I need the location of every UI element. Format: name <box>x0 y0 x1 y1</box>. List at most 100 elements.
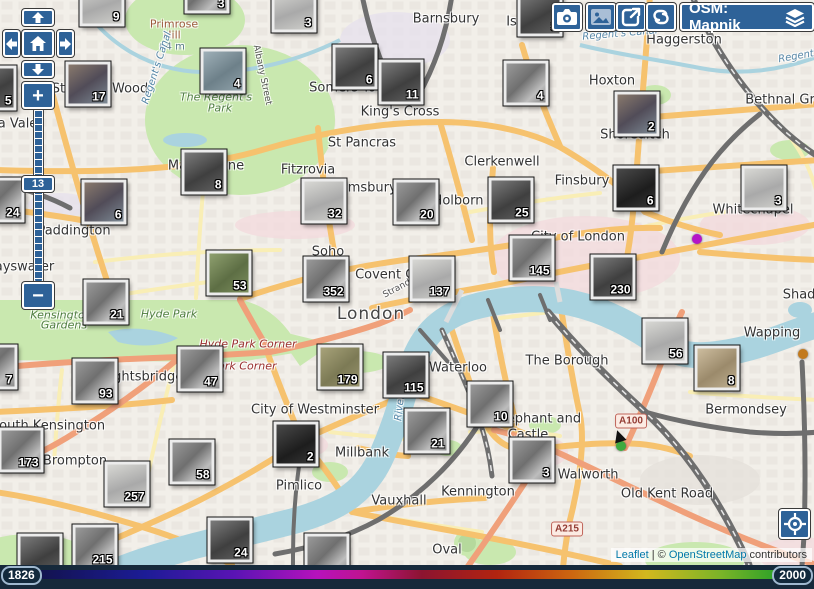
photo-cluster-marker[interactable]: 4 <box>201 49 246 94</box>
link-button[interactable] <box>646 3 676 31</box>
photo-cluster-marker[interactable]: 24 <box>0 178 25 223</box>
photo-cluster-marker[interactable]: 11 <box>379 60 424 105</box>
photo-cluster-marker[interactable]: 352 <box>304 257 349 302</box>
photo-count-badge: 7 <box>6 373 13 387</box>
photo-count-badge: 21 <box>431 437 444 451</box>
arrow-up-icon <box>31 12 45 23</box>
photo-cluster-marker[interactable]: 145 <box>510 236 555 281</box>
copyright-symbol: © <box>658 549 669 561</box>
locate-button[interactable] <box>779 509 810 539</box>
photo-cluster-marker[interactable]: 3 <box>510 438 555 483</box>
link-icon <box>651 7 671 27</box>
arrow-right-icon <box>60 37 71 51</box>
photo-cluster-marker[interactable]: 6 <box>82 180 127 225</box>
photo-cluster-marker[interactable]: 6 <box>614 166 659 211</box>
photo-count-badge: 10 <box>494 410 507 424</box>
timeline-track[interactable] <box>33 570 781 579</box>
photo-count-badge: 173 <box>18 456 38 470</box>
photo-cluster-marker[interactable]: 32 <box>302 179 347 224</box>
photo-cluster-marker[interactable]: 4 <box>504 61 549 106</box>
photo-count-badge: 3 <box>775 194 782 208</box>
image-icon <box>590 8 612 26</box>
photo-cluster-marker[interactable]: 137 <box>410 257 455 302</box>
photo-cluster-marker[interactable]: 8 <box>695 346 740 391</box>
poi-dot <box>692 234 702 244</box>
arrow-down-icon <box>31 64 45 75</box>
photo-cluster-marker[interactable]: 8 <box>182 150 227 195</box>
photo-count-badge: 3 <box>218 0 225 11</box>
photo-cluster-marker[interactable]: 21 <box>405 409 450 454</box>
photo-count-badge: 137 <box>429 285 449 299</box>
photo-cluster-marker[interactable]: 7 <box>0 345 18 390</box>
pan-up-button[interactable] <box>22 9 54 26</box>
photo-cluster-marker[interactable]: 56 <box>643 319 688 364</box>
export-icon <box>621 7 641 27</box>
photo-cluster-marker[interactable]: 179 <box>318 345 363 390</box>
photo-count-badge: 8 <box>728 374 735 388</box>
zoom-in-button[interactable]: + <box>22 82 54 109</box>
layer-switcher-button[interactable]: OSM: Mapnik <box>680 3 814 31</box>
crosshair-target-icon <box>784 513 806 535</box>
photo-cluster-marker[interactable]: 230 <box>591 255 636 300</box>
timeline-end-handle[interactable]: 2000 <box>772 566 813 585</box>
photo-cluster-marker[interactable]: 24 <box>208 518 253 563</box>
photo-count-badge: 58 <box>196 468 209 482</box>
layers-icon <box>785 8 805 27</box>
photo-count-badge: 8 <box>215 178 222 192</box>
photo-cluster-marker[interactable]: 17 <box>66 62 111 107</box>
photo-cluster-marker[interactable]: 173 <box>0 428 44 473</box>
pan-left-button[interactable] <box>3 30 20 57</box>
photo-cluster-marker[interactable]: 53 <box>207 251 252 296</box>
photo-cluster-marker[interactable]: 215 <box>73 525 118 570</box>
pan-right-button[interactable] <box>57 30 74 57</box>
osm-link[interactable]: OpenStreetMap <box>669 549 747 561</box>
photo-cluster-marker[interactable]: 2 <box>274 422 319 467</box>
home-button[interactable] <box>22 30 54 57</box>
photo-count-badge: 352 <box>323 285 343 299</box>
photo-count-badge: 21 <box>110 308 123 322</box>
photo-count-badge: 230 <box>610 283 630 297</box>
photo-cluster-marker[interactable]: 115 <box>384 353 429 398</box>
zoom-slider-handle[interactable]: 13 <box>22 176 54 192</box>
photo-cluster-marker[interactable]: 3 <box>185 0 230 14</box>
photo-cluster-marker[interactable]: 3 <box>272 0 317 33</box>
photo-count-badge: 11 <box>406 88 419 102</box>
photo-cluster-marker[interactable]: 2 <box>615 92 660 137</box>
timeline-start-handle[interactable]: 1826 <box>1 566 42 585</box>
export-button[interactable] <box>616 3 646 31</box>
photo-cluster-marker[interactable]: 21 <box>84 280 129 325</box>
arrow-left-icon <box>6 37 17 51</box>
photo-count-badge: 9 <box>113 10 120 24</box>
photo-cluster-marker[interactable]: 3 <box>742 166 787 211</box>
layer-switcher-label: OSM: Mapnik <box>689 0 778 34</box>
photo-cluster-marker[interactable]: 47 <box>178 347 223 392</box>
photo-count-badge: 145 <box>529 264 549 278</box>
photo-count-badge: 3 <box>305 16 312 30</box>
photo-cluster-marker[interactable]: 6 <box>333 45 378 90</box>
photo-cluster-marker[interactable]: 5 <box>0 66 17 111</box>
camera-button[interactable] <box>552 3 582 31</box>
road-ref-badge: A100 <box>615 414 647 429</box>
attribution-divider: | <box>649 549 658 561</box>
photo-cluster-marker[interactable]: 20 <box>394 180 439 225</box>
leaflet-link[interactable]: Leaflet <box>616 549 649 561</box>
attribution-suffix: contributors <box>746 549 807 561</box>
photo-count-badge: 53 <box>233 279 246 293</box>
photo-cluster-marker[interactable]: 25 <box>489 178 534 223</box>
photo-cluster-marker[interactable]: 58 <box>170 440 215 485</box>
photo-cluster-marker[interactable]: 10 <box>468 382 513 427</box>
pan-down-button[interactable] <box>22 61 54 78</box>
image-button[interactable] <box>586 3 616 31</box>
map[interactable]: Barnsbury Islington Haggerston Hoxton St… <box>0 0 814 589</box>
road-ref-badge: A215 <box>551 522 583 537</box>
timeline-bar: 1826 2000 <box>0 565 814 589</box>
photo-count-badge: 47 <box>204 375 217 389</box>
photo-cluster-marker[interactable]: 9 <box>80 0 125 27</box>
photo-cluster-marker[interactable]: 257 <box>105 462 150 507</box>
photo-count-badge: 4 <box>234 77 241 91</box>
photo-count-badge: 5 <box>5 94 12 108</box>
zoom-out-button[interactable]: − <box>22 282 54 309</box>
home-icon <box>30 36 46 51</box>
photo-cluster-marker[interactable]: 93 <box>73 359 118 404</box>
zoom-slider-track[interactable] <box>34 109 43 282</box>
